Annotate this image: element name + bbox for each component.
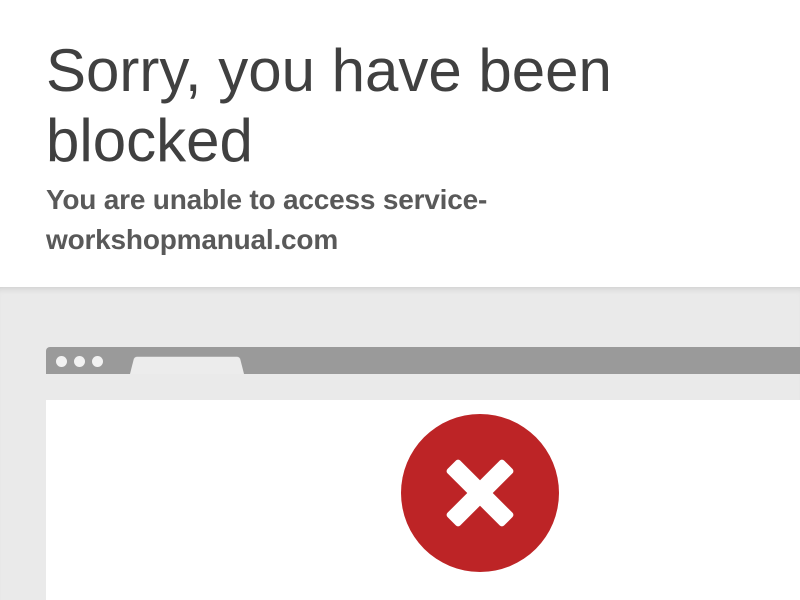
block-header: Sorry, you have been blocked You are una… (0, 0, 800, 287)
page-subtitle: You are unable to access service-worksho… (46, 184, 488, 255)
browser-toolbar (46, 347, 800, 374)
window-dot-icon (92, 356, 103, 367)
browser-tab (130, 356, 244, 374)
error-x-icon (401, 414, 559, 572)
window-dot-icon (74, 356, 85, 367)
browser-illustration (0, 287, 800, 600)
window-dot-icon (56, 356, 67, 367)
page-title: Sorry, you have been blocked (46, 37, 612, 174)
